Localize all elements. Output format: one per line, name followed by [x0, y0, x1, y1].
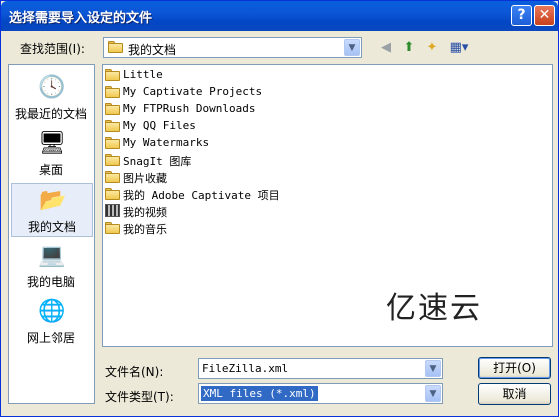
network-places-icon: 🌐 [38, 299, 66, 324]
place-desktop[interactable]: 🖥 桌面 [11, 127, 93, 181]
folder-icon [105, 86, 121, 99]
new-folder-icon[interactable]: ✦ [423, 39, 441, 57]
place-my-documents[interactable]: 📂 我的文档 [11, 183, 93, 237]
chevron-down-icon[interactable]: ▼ [344, 39, 360, 56]
filetype-dropdown[interactable]: XML files (*.xml) ▼ [198, 383, 443, 404]
view-menu-icon[interactable]: ▦▾ [447, 39, 471, 57]
filename-value: FileZilla.xml [202, 362, 289, 375]
window-title: 选择需要导入设定的文件 [9, 11, 153, 26]
folder-icon [105, 120, 121, 133]
folder-icon [105, 69, 121, 82]
folder-icon [105, 188, 121, 201]
folder-icon [105, 171, 121, 184]
folder-icon [105, 103, 121, 116]
my-documents-icon: 📂 [39, 188, 67, 213]
file-list[interactable]: Little My Captivate Projects My FTPRush … [102, 64, 553, 347]
cancel-button[interactable]: 取消 [478, 383, 551, 405]
folder-icon [105, 222, 121, 235]
chevron-down-icon[interactable]: ▼ [425, 385, 441, 402]
back-icon[interactable]: ◀ [377, 39, 395, 57]
place-my-computer[interactable]: 💻 我的电脑 [11, 239, 93, 293]
look-in-label: 查找范围(I): [20, 42, 85, 56]
folder-icon [105, 154, 121, 167]
places-bar: 🕓 我最近的文档 🖥 桌面 📂 我的文档 💻 我的电脑 🌐 网上邻居 [8, 64, 95, 404]
look-in-dropdown[interactable]: 我的文档 ▼ [103, 37, 362, 58]
place-network[interactable]: 🌐 网上邻居 [11, 295, 93, 349]
chevron-down-icon[interactable]: ▼ [425, 360, 441, 377]
title-bar[interactable]: 选择需要导入设定的文件 ? ✕ [1, 1, 558, 31]
my-computer-icon: 💻 [38, 243, 66, 268]
place-recent-documents[interactable]: 🕓 我最近的文档 [11, 71, 93, 125]
my-documents-icon [108, 41, 124, 54]
look-in-value: 我的文档 [128, 43, 177, 57]
video-folder-icon [105, 204, 120, 217]
filetype-label: 文件类型(T): [105, 390, 174, 404]
filename-input[interactable]: FileZilla.xml ▼ [198, 358, 443, 379]
filename-label: 文件名(N): [105, 365, 164, 379]
filetype-value: XML files (*.xml) [201, 386, 318, 401]
open-file-dialog: 选择需要导入设定的文件 ? ✕ 查找范围(I): 我的文档 ▼ ◀ ⬆ ✦ ▦▾… [0, 0, 559, 417]
watermark: 亿速云 [386, 291, 482, 326]
open-button[interactable]: 打开(O) [478, 357, 551, 379]
help-button[interactable]: ? [511, 5, 532, 26]
folder-icon [105, 137, 121, 150]
close-button[interactable]: ✕ [534, 5, 555, 26]
up-folder-icon[interactable]: ⬆ [400, 39, 418, 57]
recent-documents-icon: 🕓 [38, 75, 66, 100]
desktop-icon: 🖥 [38, 131, 66, 156]
